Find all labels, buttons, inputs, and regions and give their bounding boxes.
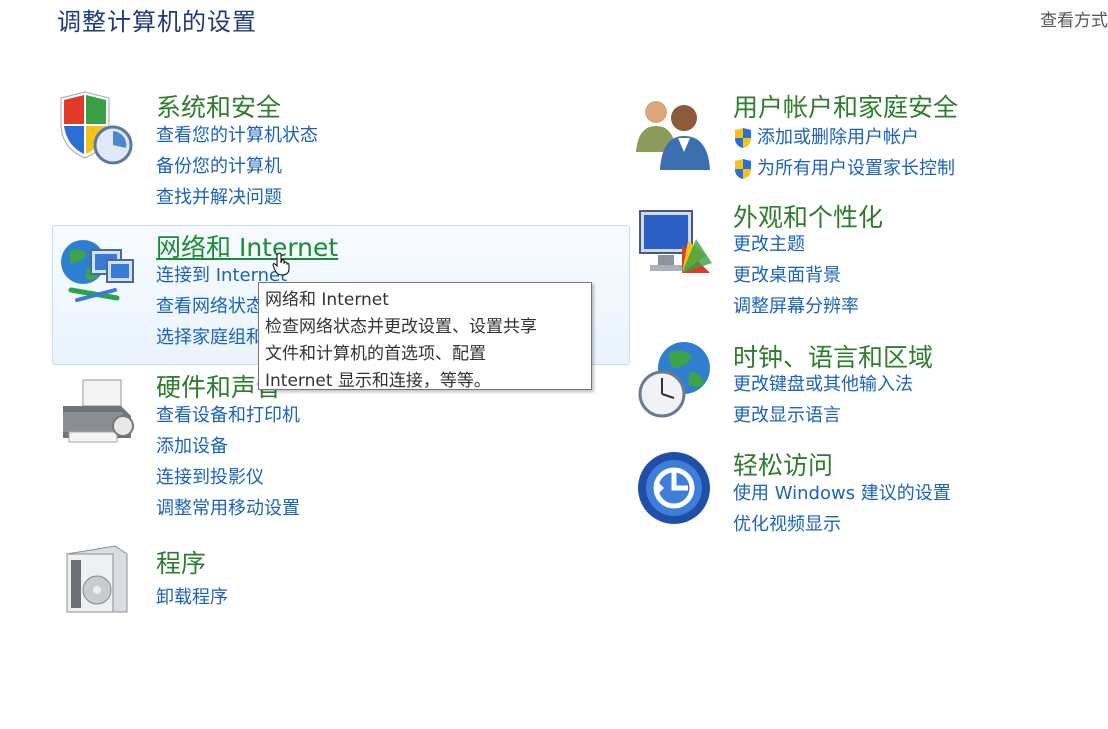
uac-shield-icon <box>735 127 751 148</box>
monitor-palette-icon[interactable] <box>636 205 716 285</box>
page-title: 调整计算机的设置 <box>57 8 257 36</box>
link-parental-controls-label: 为所有用户设置家长控制 <box>757 157 955 179</box>
link-change-wallpaper[interactable]: 更改桌面背景 <box>733 262 859 293</box>
users-icon[interactable] <box>634 92 714 172</box>
link-uninstall-program[interactable]: 卸载程序 <box>156 584 228 615</box>
category-title-appearance[interactable]: 外观和个性化 <box>733 198 883 234</box>
category-title-users[interactable]: 用户帐户和家庭安全 <box>733 88 958 124</box>
link-connect-projector[interactable]: 连接到投影仪 <box>156 464 300 495</box>
uac-shield-icon <box>735 158 751 179</box>
link-devices-printers[interactable]: 查看设备和打印机 <box>156 402 300 433</box>
clock-globe-icon[interactable] <box>636 338 716 418</box>
link-add-remove-accounts-label: 添加或删除用户帐户 <box>757 126 919 148</box>
view-by-label[interactable]: 查看方式 <box>1040 6 1108 31</box>
programs-box-icon[interactable] <box>57 540 137 620</box>
category-title-programs[interactable]: 程序 <box>156 544 206 580</box>
tooltip-line-title: 网络和 Internet <box>265 290 389 310</box>
globe-network-icon[interactable] <box>57 232 137 312</box>
link-change-theme[interactable]: 更改主题 <box>733 231 859 262</box>
link-change-display-language[interactable]: 更改显示语言 <box>733 402 913 433</box>
link-add-remove-accounts[interactable]: 添加或删除用户帐户 <box>733 122 955 153</box>
hand-cursor-icon <box>272 252 290 276</box>
link-backup-computer[interactable]: 备份您的计算机 <box>156 153 318 184</box>
tooltip-line-3: 文件和计算机的首选项、配置 <box>265 344 486 364</box>
category-title-ease[interactable]: 轻松访问 <box>733 446 833 482</box>
category-title-system[interactable]: 系统和安全 <box>156 88 281 124</box>
link-add-device[interactable]: 添加设备 <box>156 433 300 464</box>
link-screen-resolution[interactable]: 调整屏幕分辨率 <box>733 293 859 324</box>
shield-clock-icon[interactable] <box>55 90 135 170</box>
link-view-computer-status[interactable]: 查看您的计算机状态 <box>156 122 318 153</box>
tooltip-line-2: 检查网络状态并更改设置、设置共享 <box>265 317 537 337</box>
category-title-clock[interactable]: 时钟、语言和区域 <box>733 338 933 374</box>
category-title-network[interactable]: 网络和 Internet <box>156 228 338 264</box>
network-tooltip: 网络和 Internet 检查网络状态并更改设置、设置共享 文件和计算机的首选项… <box>258 282 592 391</box>
printer-icon[interactable] <box>57 376 137 456</box>
link-recommended-settings[interactable]: 使用 Windows 建议的设置 <box>733 480 951 511</box>
ease-of-access-icon[interactable] <box>636 450 716 530</box>
tooltip-line-4: Internet 显示和连接，等等。 <box>265 371 491 391</box>
link-optimize-video[interactable]: 优化视频显示 <box>733 511 951 542</box>
link-parental-controls[interactable]: 为所有用户设置家长控制 <box>733 153 955 184</box>
link-change-keyboard[interactable]: 更改键盘或其他输入法 <box>733 371 913 402</box>
link-mobility-settings[interactable]: 调整常用移动设置 <box>156 495 300 526</box>
link-troubleshoot[interactable]: 查找并解决问题 <box>156 184 318 215</box>
